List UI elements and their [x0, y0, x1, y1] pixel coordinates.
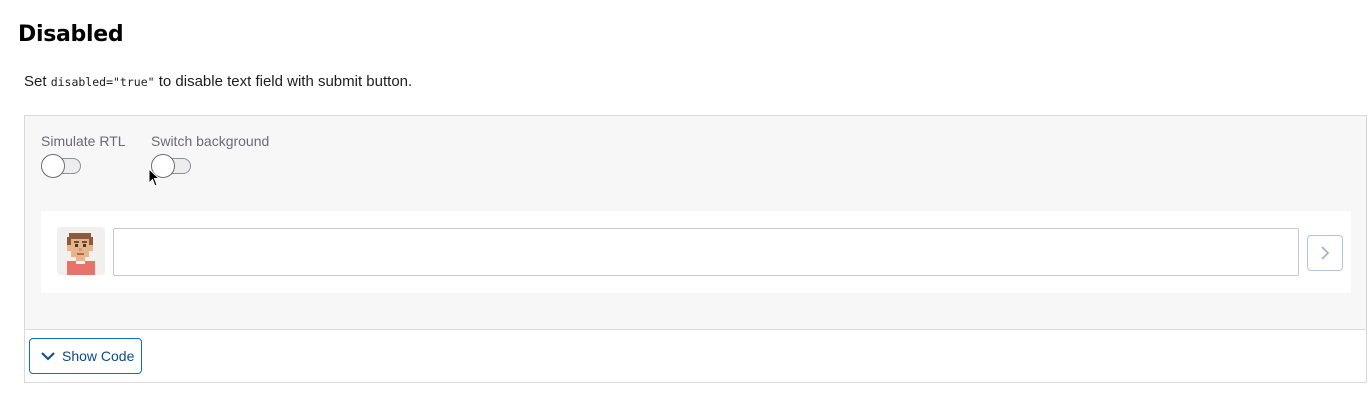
- example-container: Simulate RTL Switch background Show Code: [24, 115, 1367, 383]
- chevron-right-icon: [1321, 246, 1330, 260]
- show-code-button[interactable]: Show Code: [29, 338, 142, 374]
- show-code-label: Show Code: [62, 348, 135, 364]
- feed-input-panel: [41, 211, 1351, 293]
- description-prefix: Set: [24, 73, 51, 90]
- switch-background-label: Switch background: [151, 133, 270, 149]
- section-description: Set disabled="true" to disable text fiel…: [24, 73, 412, 90]
- submit-button[interactable]: [1307, 235, 1343, 271]
- example-stage: Simulate RTL Switch background: [25, 116, 1366, 330]
- feed-text-field[interactable]: [113, 228, 1299, 276]
- simulate-rtl-label: Simulate RTL: [41, 133, 126, 149]
- switch-background-group: Switch background: [151, 133, 270, 178]
- chevron-down-icon: [41, 352, 55, 361]
- simulate-rtl-group: Simulate RTL: [41, 133, 126, 178]
- switch-knob: [41, 154, 65, 178]
- description-suffix: to disable text field with submit button…: [154, 73, 413, 90]
- mouse-cursor-icon: [148, 168, 160, 187]
- section-heading: Disabled: [18, 22, 124, 47]
- simulate-rtl-switch[interactable]: [41, 154, 82, 178]
- description-code: disabled="true": [50, 75, 155, 89]
- pixel-avatar-icon: [57, 227, 105, 275]
